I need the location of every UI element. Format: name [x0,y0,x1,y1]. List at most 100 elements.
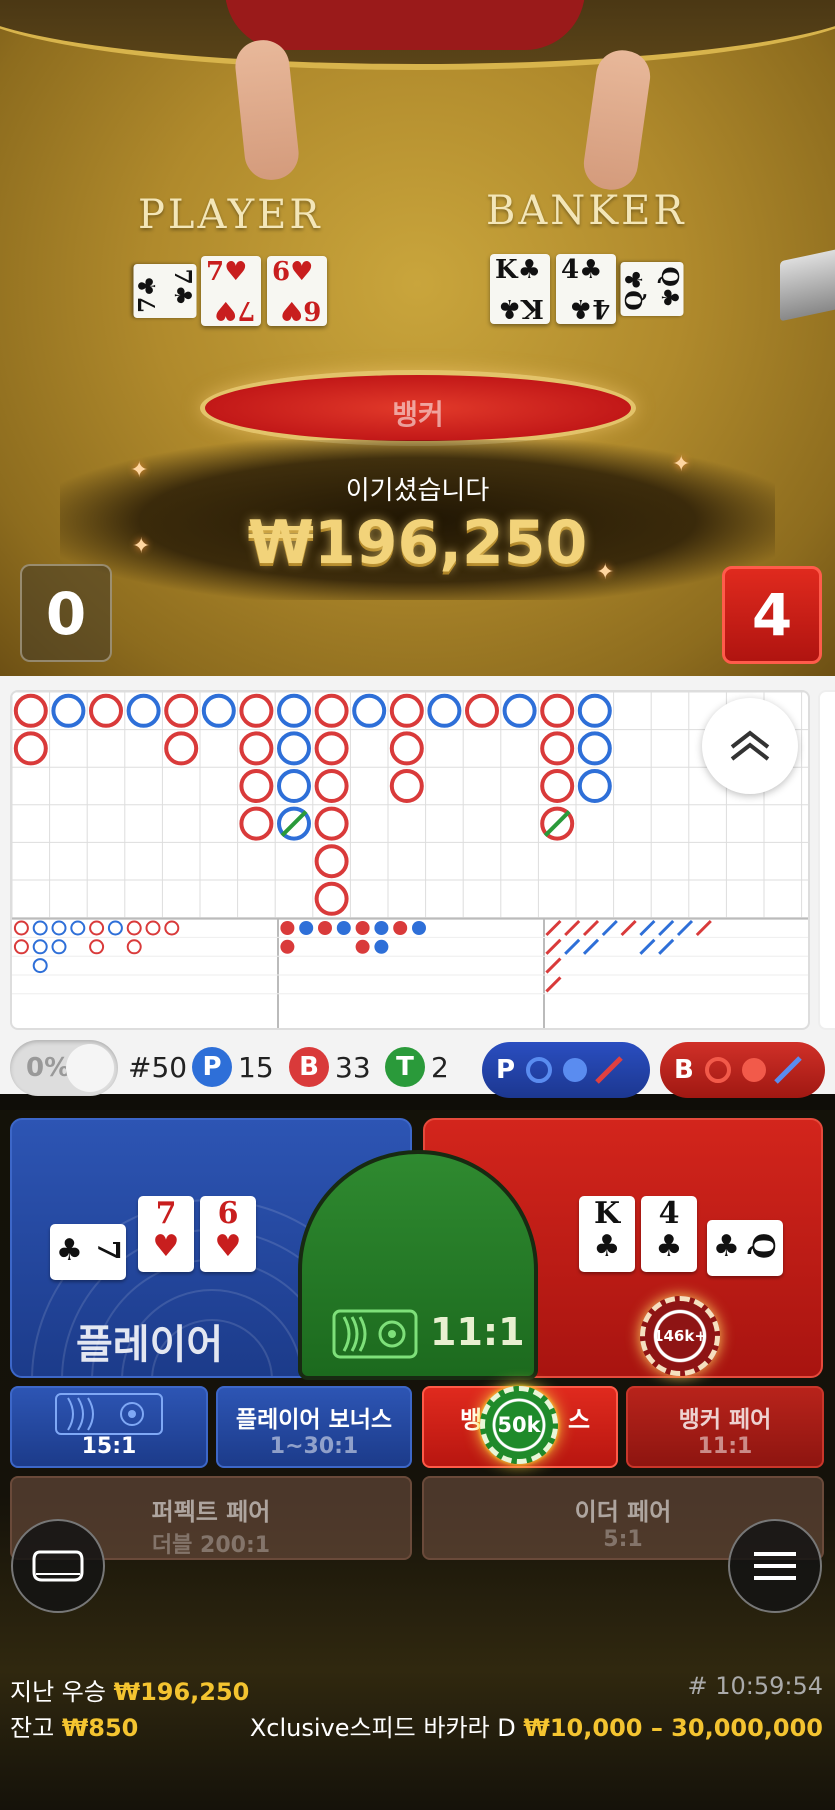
card-rank: 4♣ [561,255,603,285]
player-mark [277,693,311,728]
chat-button[interactable] [11,1519,105,1613]
cockroach-mark [582,938,600,955]
banker-mark [314,693,349,728]
banker-mark [540,693,575,728]
banker-mark [314,769,349,803]
next-panel-peek[interactable] [818,690,835,1030]
small-road-mark [374,921,389,935]
cockroach-mark [564,919,581,937]
small-road-mark [299,921,314,935]
player-bonus-bet[interactable]: 플레이어 보너스 1~30:1 [216,1386,412,1468]
small-road-mark [280,939,295,954]
player-score: 0 [20,564,112,662]
banker-mark [164,693,199,728]
small-road-mark [355,921,370,935]
double-chevron-up-icon [730,730,770,761]
player-predict-button[interactable]: P [482,1042,650,1098]
collapse-roadmap-button[interactable] [702,698,798,794]
playing-card: K♣ K♣ [490,254,550,324]
dealer-right-hand [580,46,654,194]
roadmap-canvas [12,692,808,1028]
player-mark [201,693,236,728]
big-eye-mark [32,920,48,936]
cockroach-mark [564,938,581,955]
hamburger-menu-icon [754,1552,796,1580]
balance-value: ₩850 [61,1714,139,1742]
big-eye-mark [70,920,86,936]
balance-label: 잔고 [10,1714,55,1742]
player-count: 15 [238,1051,274,1084]
cockroach-mark [639,919,656,937]
roadmap-grid[interactable] [10,690,810,1030]
tie-odds: 11:1 [430,1310,525,1354]
percent-toggle[interactable]: 0% [10,1040,118,1096]
small-road-mark [393,921,408,935]
banker-mark [239,769,274,803]
player-mark [126,693,161,728]
tie-mark [543,810,571,838]
card-rank: Q♣ [655,266,683,308]
small-road-mark [355,939,370,954]
cockroach-mark [676,919,694,937]
card-suit: ♥ [214,1229,242,1264]
table-info: Xclusive스피드 바카라 D ₩10,000 – 30,000,000 [250,1708,823,1743]
last-win-label: 지난 우승 [10,1678,106,1706]
small-road-mark [412,921,426,935]
banker-predict-button[interactable]: B [660,1042,825,1098]
banker-bonus-label-left: 뱅 [460,1406,483,1434]
banker-mark [13,731,48,766]
player-dragon-bet[interactable]: 15:1 [10,1386,208,1468]
player-mark [51,693,86,728]
card-rank: 4 [658,1196,680,1231]
banker-mark [239,731,274,766]
small-road-mark [318,921,332,935]
banker-mark [239,693,274,728]
cockroach-mark [545,957,562,974]
sparkle-icon: ✦ [672,452,691,477]
tie-badge: T [385,1047,425,1087]
dragon-icon [55,1393,163,1435]
card-rank-bottom: 4♣ [568,293,610,323]
result-text: 뱅커 [392,398,444,431]
card-rank-bottom: 7♥ [213,295,255,325]
card: ♣ 7 [50,1224,126,1280]
card-rank: 6 [217,1196,239,1231]
predict-banker-label: B [674,1055,694,1085]
banker-bonus-chip: 50k [480,1386,558,1464]
big-eye-mark [89,939,105,955]
menu-button[interactable] [728,1519,822,1613]
banker-mark [389,731,424,766]
card-suit: ♣ [56,1233,83,1268]
balance: 잔고 ₩850 [10,1708,138,1743]
player-mark [577,693,612,728]
banker-pair-bet[interactable]: 뱅커 페어 11:1 [626,1386,824,1468]
banker-mark [314,806,349,841]
playing-card: 4♣ 4♣ [556,254,616,324]
player-bonus-label: 플레이어 보너스 [235,1407,393,1433]
tie-bet-spot[interactable]: 11:1 [298,1150,538,1380]
banker-mark [13,693,48,728]
banker-predict-icons [704,1056,802,1084]
big-eye-mark [13,939,29,955]
player-mark [577,731,612,766]
card-rank-bottom: 6♥ [279,295,321,325]
card-suit: ♣ [713,1229,740,1264]
cockroach-mark [601,919,618,937]
sparkle-icon: ✦ [130,458,149,483]
chat-bubble-icon [32,1550,84,1582]
card-shoe [780,248,835,322]
card-rank: 7♣ [168,268,196,306]
banker-bet-chip: 146k+ [640,1296,720,1376]
win-amount: ₩196,250 [247,508,588,578]
card: ♣ Q [707,1220,783,1276]
card-suit: ♥ [152,1229,180,1264]
banker-mark [314,731,349,766]
player-seat-label: PLAYER [138,192,323,238]
banker-mark [389,769,424,803]
big-eye-mark [32,939,48,955]
small-road-mark [280,921,295,935]
banker-count-stat: B 33 [289,1047,371,1089]
card-rank: 7♥ [206,257,248,287]
banker-score: 4 [722,566,822,664]
cockroach-mark [695,919,712,937]
